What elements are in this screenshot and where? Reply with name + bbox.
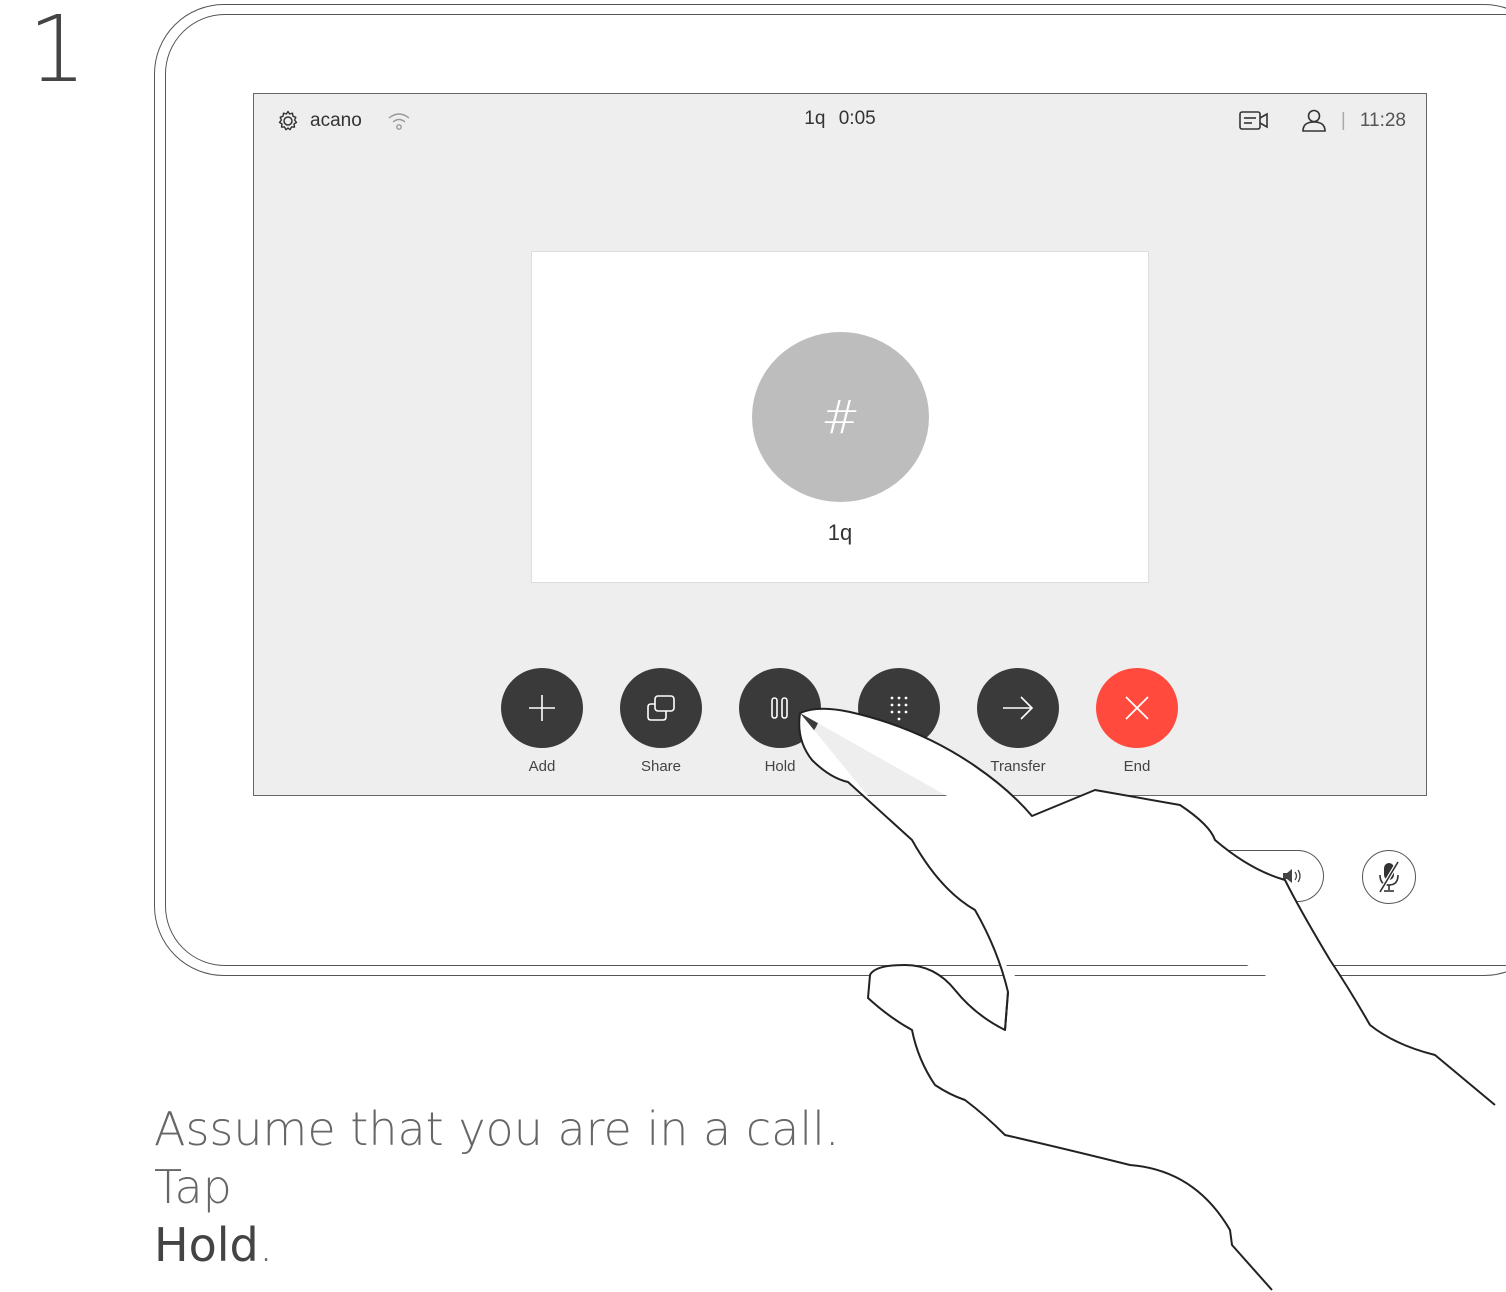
pointing-hand-illustration [798, 707, 1496, 1291]
instruction-suffix: . [258, 1218, 274, 1272]
instruction-emphasis: Hold [154, 1218, 259, 1272]
instruction-main: Assume that you are in a call. Tap [154, 1102, 840, 1214]
instruction-text: Assume that you are in a call. Tap Hold. [154, 1100, 914, 1274]
